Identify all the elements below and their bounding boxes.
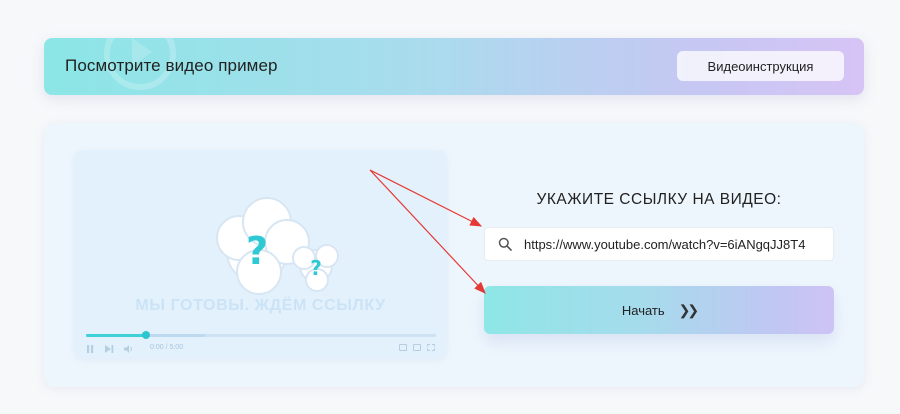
fullscreen-icon[interactable] <box>427 344 435 351</box>
video-preview-player: ? ? МЫ ГОТОВЫ. ЖДЁМ ССЫЛКУ 0:00 / 5:00 <box>74 150 447 358</box>
url-input[interactable] <box>524 236 824 252</box>
svg-text:?: ? <box>310 256 322 280</box>
double-chevron-right-icon: ❯❯ <box>678 301 700 318</box>
player-right-controls <box>399 344 435 351</box>
next-icon[interactable] <box>105 345 114 353</box>
progress-fill <box>86 334 146 337</box>
volume-icon[interactable] <box>124 345 133 353</box>
svg-text:?: ? <box>246 229 268 273</box>
start-button-label: Начать <box>621 302 665 318</box>
start-button[interactable]: Начать ❯❯ <box>484 286 834 334</box>
pause-icon[interactable] <box>86 345 95 353</box>
player-left-controls <box>86 344 143 354</box>
progress-bar[interactable] <box>86 331 436 339</box>
player-placeholder-caption: МЫ ГОТОВЫ. ЖДЁМ ССЫЛКУ <box>135 297 386 314</box>
banner-title: Посмотрите видео пример <box>65 56 278 75</box>
url-field[interactable] <box>484 227 834 261</box>
progress-knob[interactable] <box>141 331 150 339</box>
video-example-banner: Посмотрите видео пример Видеоинструкция <box>44 38 864 95</box>
link-instruction-heading: УКАЖИТЕ ССЫЛКУ НА ВИДЕО: <box>536 191 782 208</box>
video-instruction-button[interactable]: Видеоинструкция <box>677 51 844 81</box>
theater-mode-icon[interactable] <box>413 344 421 351</box>
subtitles-icon[interactable] <box>399 344 407 351</box>
search-icon <box>498 237 512 251</box>
question-clouds-illustration: ? ? <box>216 197 339 295</box>
link-input-card: ? ? МЫ ГОТОВЫ. ЖДЁМ ССЫЛКУ 0:00 / 5:00 У… <box>44 123 864 387</box>
time-display: 0:00 / 5:00 <box>150 344 184 351</box>
